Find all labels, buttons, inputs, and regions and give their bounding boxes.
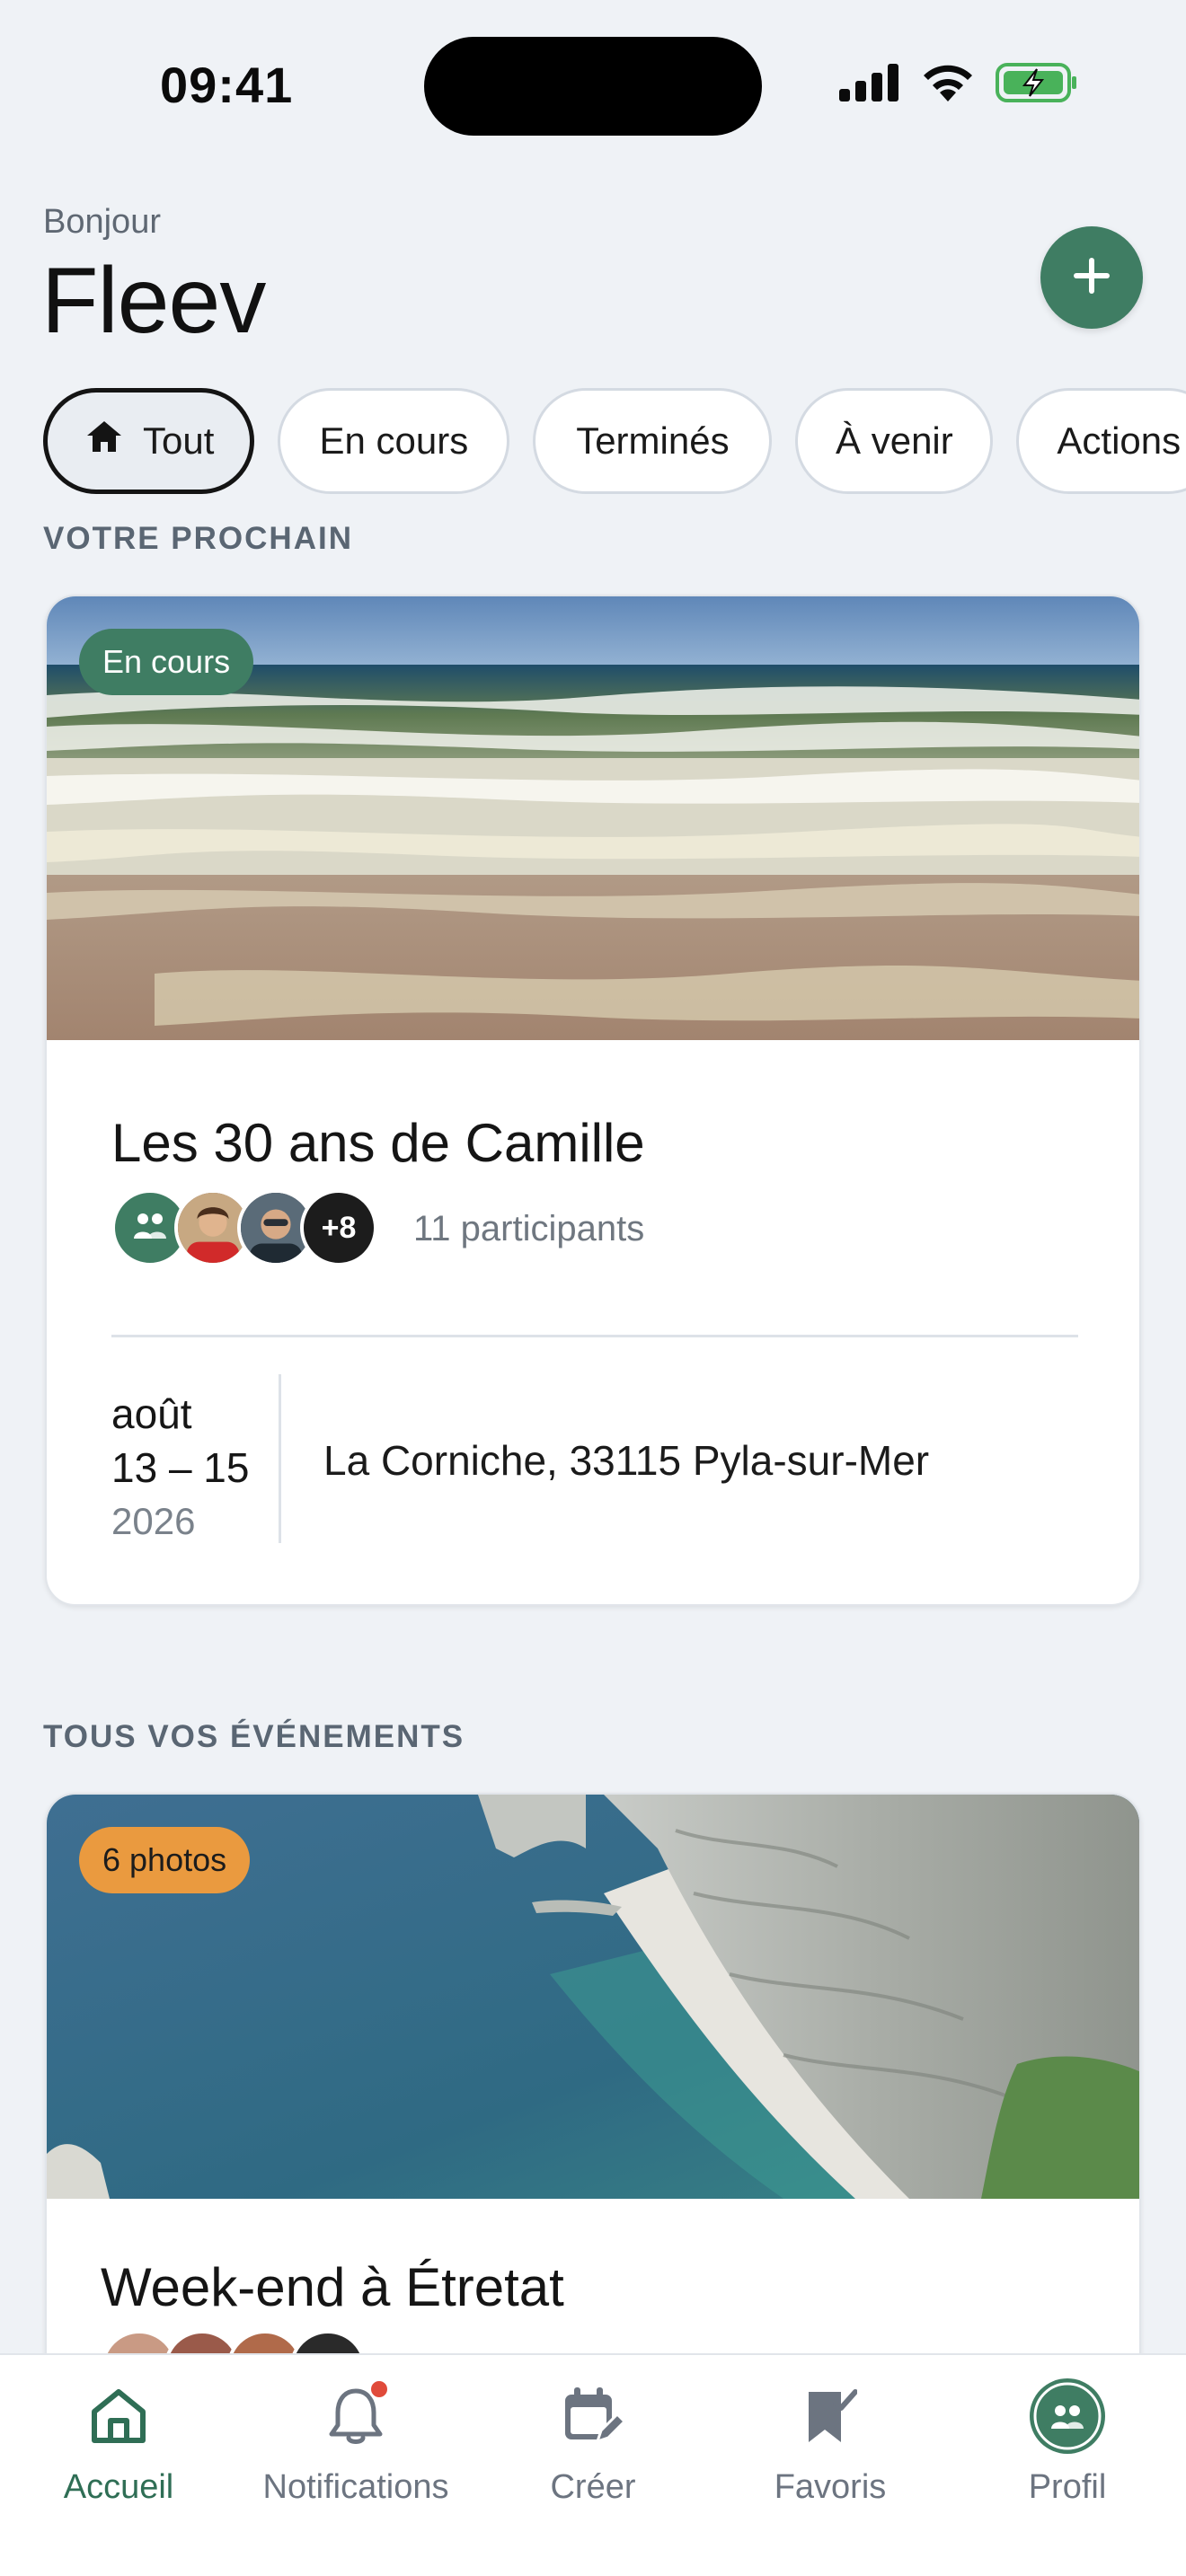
cliff-image: 6 photos (47, 1795, 1139, 2199)
filter-chip-label: Terminés (576, 419, 730, 462)
dynamic-island (424, 37, 762, 136)
filter-chip-label: En cours (319, 419, 469, 462)
beach-image: En cours (47, 596, 1139, 1040)
section-label-all: TOUS VOS ÉVÉNEMENTS (43, 1719, 465, 1754)
event-title: Les 30 ans de Camille (111, 1113, 645, 1173)
greeting-text: Bonjour (43, 203, 161, 241)
tab-label: Accueil (63, 2468, 174, 2506)
date-range: 13 – 15 (111, 1444, 250, 1491)
profile-avatar-icon (1028, 2377, 1107, 2456)
app-screen: 09:41 Bonjour Fleev Tout En cours Termin… (0, 0, 1186, 2576)
photos-badge: 6 photos (79, 1827, 251, 1893)
participants-count: 11 participants (413, 1209, 645, 1248)
tab-label: Favoris (774, 2468, 887, 2506)
status-badge: En cours (79, 629, 254, 695)
tab-label: Profil (1028, 2468, 1107, 2506)
cellular-signal-icon (839, 63, 900, 106)
date-year: 2026 (111, 1500, 196, 1542)
next-event-card[interactable]: En cours Les 30 ans de Camille +8 11 par… (45, 595, 1141, 1606)
tab-profile[interactable]: Profil (949, 2377, 1186, 2507)
tab-notifications[interactable]: Notifications (237, 2377, 474, 2507)
add-event-button[interactable] (1040, 226, 1143, 329)
battery-charging-icon (996, 62, 1078, 108)
date-month: août (111, 1390, 192, 1437)
filter-chips: Tout En cours Terminés À venir Actions (43, 388, 1186, 494)
event-card[interactable]: 6 photos Week-end à Étretat (45, 1793, 1141, 2422)
filter-chip-finished[interactable]: Terminés (533, 388, 773, 494)
home-outline-icon (89, 2377, 148, 2456)
filter-chip-ongoing[interactable]: En cours (278, 388, 510, 494)
filter-chip-actions[interactable]: Actions (1016, 388, 1186, 494)
filter-chip-all[interactable]: Tout (43, 388, 255, 494)
home-icon (85, 419, 123, 463)
event-location: La Corniche, 33115 Pyla-sur-Mer (323, 1437, 930, 1484)
notification-dot (368, 2378, 390, 2400)
tab-favorites[interactable]: Favoris (712, 2377, 949, 2507)
wifi-icon (920, 62, 976, 108)
event-title: Week-end à Étretat (101, 2257, 564, 2317)
filter-chip-upcoming[interactable]: À venir (795, 388, 994, 494)
card-divider (111, 1335, 1078, 1337)
tab-create[interactable]: Créer (474, 2377, 712, 2507)
tab-home[interactable]: Accueil (0, 2377, 237, 2507)
group-icon (132, 1210, 168, 1247)
status-time: 09:41 (160, 57, 294, 113)
date-divider (279, 1374, 281, 1543)
bell-icon (327, 2377, 390, 2456)
bookmark-check-icon (803, 2377, 857, 2456)
tab-label: Notifications (262, 2468, 449, 2506)
filter-chip-label: À venir (836, 419, 953, 462)
filter-chip-label: Tout (143, 419, 215, 462)
participant-avatars[interactable]: +8 (111, 1189, 377, 1266)
event-date: août 13 – 15 2026 (111, 1387, 249, 1548)
avatar-more-count: +8 (300, 1189, 377, 1266)
tab-label: Créer (550, 2468, 636, 2506)
calendar-edit-icon (562, 2377, 624, 2456)
bottom-tab-bar: Accueil Notifications Créer Favoris Prof… (0, 2353, 1186, 2576)
section-label-next: VOTRE PROCHAIN (43, 521, 353, 556)
plus-icon (1072, 256, 1111, 300)
app-title: Fleev (41, 249, 266, 353)
filter-chip-label: Actions (1057, 419, 1182, 462)
status-icons (839, 62, 1078, 108)
